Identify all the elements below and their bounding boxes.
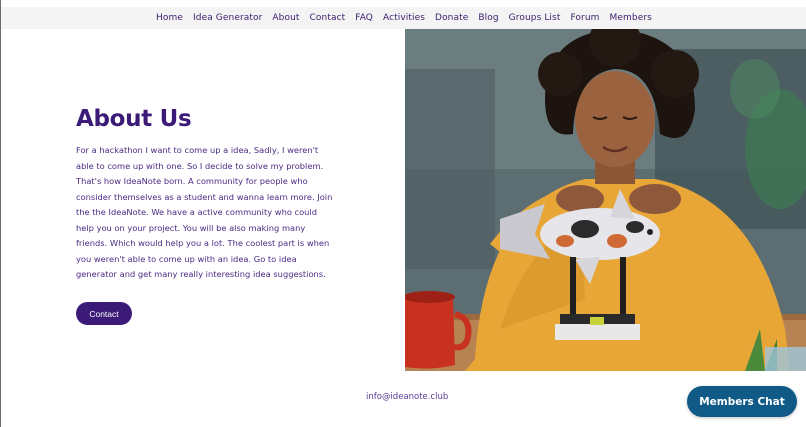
nav-link-about[interactable]: About	[272, 13, 299, 23]
about-description: For a hackathon I want to come up a idea…	[76, 145, 333, 279]
about-title: About Us	[76, 106, 192, 132]
page: Home Idea Generator About Contact FAQ Ac…	[0, 0, 806, 427]
nav-link-members[interactable]: Members	[610, 13, 652, 23]
hero-photo-woman-building-robot-fish	[405, 29, 806, 371]
nav-link-groups-list[interactable]: Groups List	[509, 13, 561, 23]
nav-link-home[interactable]: Home	[156, 13, 183, 23]
nav-link-contact[interactable]: Contact	[310, 13, 346, 23]
nav-link-faq[interactable]: FAQ	[355, 13, 373, 23]
nav-link-donate[interactable]: Donate	[435, 13, 468, 23]
nav-link-blog[interactable]: Blog	[478, 13, 498, 23]
footer-email-link[interactable]: info@ideanote.club	[366, 392, 448, 402]
top-navigation: Home Idea Generator About Contact FAQ Ac…	[1, 7, 806, 29]
nav-link-idea-generator[interactable]: Idea Generator	[193, 13, 262, 23]
nav-link-activities[interactable]: Activities	[383, 13, 425, 23]
contact-button[interactable]: Contact	[76, 302, 132, 325]
members-chat-button[interactable]: Members Chat	[687, 386, 797, 417]
nav-link-forum[interactable]: Forum	[570, 13, 599, 23]
